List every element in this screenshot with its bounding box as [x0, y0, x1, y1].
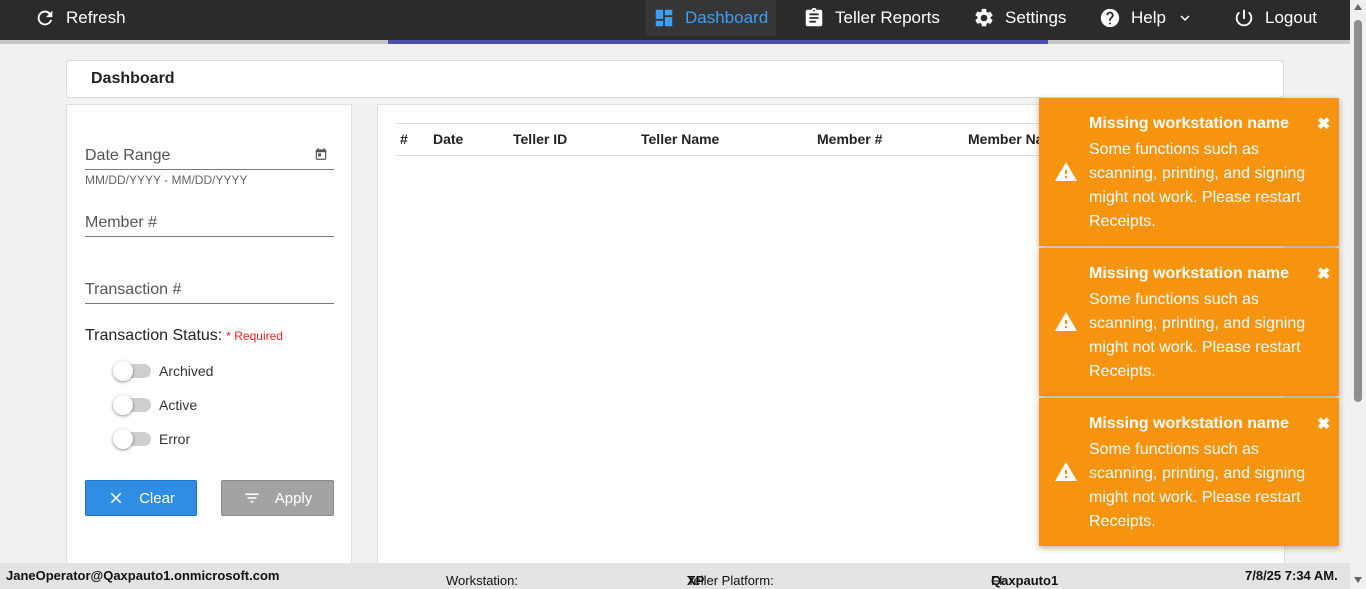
- vertical-scrollbar[interactable]: [1350, 0, 1366, 589]
- toggle-active[interactable]: Active: [113, 395, 198, 415]
- column-header-member-name[interactable]: Member Na: [968, 131, 1043, 147]
- clear-label: Clear: [139, 489, 175, 507]
- toast-notification: Missing workstation name Some functions …: [1039, 398, 1339, 546]
- toggle-active-label: Active: [159, 397, 198, 413]
- calendar-icon[interactable]: [314, 147, 328, 161]
- power-icon: [1235, 9, 1253, 27]
- apply-label: Apply: [274, 489, 313, 507]
- toggle-archived[interactable]: Archived: [113, 361, 214, 381]
- date-range-input[interactable]: Date Range: [85, 135, 334, 170]
- toast-notification: Missing workstation name Some functions …: [1039, 98, 1339, 246]
- warning-icon: [1055, 162, 1077, 181]
- nav-teller-reports-label: Teller Reports: [835, 8, 940, 27]
- dashboard-icon: [655, 9, 673, 27]
- filter-icon: [244, 493, 259, 503]
- scroll-up-arrow-icon[interactable]: [1354, 4, 1362, 10]
- member-number-label: Member #: [85, 214, 158, 231]
- filter-panel: Date Range MM/DD/YYYY - MM/DD/YYYY Membe…: [66, 104, 352, 574]
- required-indicator: * Required: [226, 329, 283, 343]
- toggle-archived-label: Archived: [159, 363, 214, 379]
- toast-title: Missing workstation name: [1089, 265, 1290, 282]
- toggle-switch[interactable]: [113, 361, 151, 381]
- footer-user: JaneOperator@Qaxpauto1.onmicrosoft.com: [6, 568, 280, 583]
- date-range-label: Date Range: [85, 147, 171, 164]
- nav-help[interactable]: Help: [1099, 0, 1194, 36]
- gear-icon: [975, 8, 993, 27]
- scroll-down-arrow-icon[interactable]: [1354, 577, 1362, 583]
- toast-close-icon[interactable]: ✖: [1317, 114, 1330, 134]
- footer-workstation-label: Workstation:: [446, 573, 519, 588]
- nav-active-indicator: [388, 40, 1048, 44]
- nav-settings-label: Settings: [1005, 8, 1067, 27]
- member-number-input[interactable]: Member #: [85, 202, 334, 237]
- toast-title: Missing workstation name: [1089, 415, 1290, 432]
- transaction-status-text: Transaction Status:: [85, 327, 223, 344]
- chevron-down-icon: [1180, 15, 1190, 21]
- transaction-number-label: Transaction #: [85, 281, 182, 298]
- column-header-number[interactable]: #: [400, 131, 408, 147]
- footer-fi-value: Qaxpauto1: [991, 573, 1059, 588]
- toast-message: Some functions such as scanning, printin…: [1089, 291, 1306, 380]
- column-header-teller-id[interactable]: Teller ID: [513, 131, 567, 147]
- page-title: Dashboard: [91, 70, 175, 87]
- toggle-knob: [113, 429, 133, 449]
- top-nav-bar: Refresh Dashboard Teller Reports Setting…: [0, 0, 1350, 44]
- refresh-icon: [37, 10, 53, 26]
- toggle-error[interactable]: Error: [113, 429, 191, 449]
- toast-title: Missing workstation name: [1089, 115, 1290, 132]
- page-title-card: Dashboard: [66, 60, 1284, 98]
- toggle-knob: [113, 361, 133, 381]
- toast-message: Some functions such as scanning, printin…: [1089, 441, 1306, 530]
- column-header-member-number[interactable]: Member #: [817, 131, 882, 147]
- status-footer: JaneOperator@Qaxpauto1.onmicrosoft.com W…: [0, 563, 1350, 589]
- refresh-button[interactable]: Refresh: [34, 0, 126, 36]
- toggle-error-label: Error: [159, 431, 191, 447]
- clear-button[interactable]: Clear: [85, 480, 197, 516]
- close-icon: [110, 492, 122, 504]
- transaction-status-label: Transaction Status: * Required: [85, 327, 283, 345]
- toast-close-icon[interactable]: ✖: [1317, 264, 1330, 284]
- nav-dashboard-label: Dashboard: [685, 8, 769, 27]
- transaction-number-input[interactable]: Transaction #: [85, 269, 334, 304]
- refresh-label: Refresh: [66, 8, 126, 27]
- toggle-switch[interactable]: [113, 429, 151, 449]
- toggle-switch[interactable]: [113, 395, 151, 415]
- column-header-teller-name[interactable]: Teller Name: [641, 131, 719, 147]
- toggle-knob: [113, 395, 133, 415]
- scrollbar-thumb[interactable]: [1354, 20, 1362, 402]
- nav-teller-reports[interactable]: Teller Reports: [803, 0, 940, 36]
- apply-button[interactable]: Apply: [221, 480, 334, 516]
- warning-icon: [1055, 312, 1077, 331]
- nav-help-label: Help: [1131, 8, 1166, 27]
- help-icon: [1100, 8, 1120, 28]
- nav-dashboard[interactable]: Dashboard: [645, 0, 777, 36]
- logout-button[interactable]: Logout: [1233, 0, 1317, 36]
- footer-datetime: 7/8/25 7:34 AM.: [1245, 568, 1338, 583]
- column-header-date[interactable]: Date: [433, 131, 463, 147]
- nav-settings[interactable]: Settings: [973, 0, 1066, 36]
- logout-label: Logout: [1265, 8, 1317, 27]
- footer-platform-value: XP: [687, 573, 705, 588]
- toast-message: Some functions such as scanning, printin…: [1089, 141, 1306, 230]
- toast-notification: Missing workstation name Some functions …: [1039, 248, 1339, 396]
- date-range-hint: MM/DD/YYYY - MM/DD/YYYY: [85, 173, 248, 187]
- toast-close-icon[interactable]: ✖: [1317, 414, 1330, 434]
- warning-icon: [1055, 462, 1077, 481]
- clipboard-icon: [805, 7, 823, 27]
